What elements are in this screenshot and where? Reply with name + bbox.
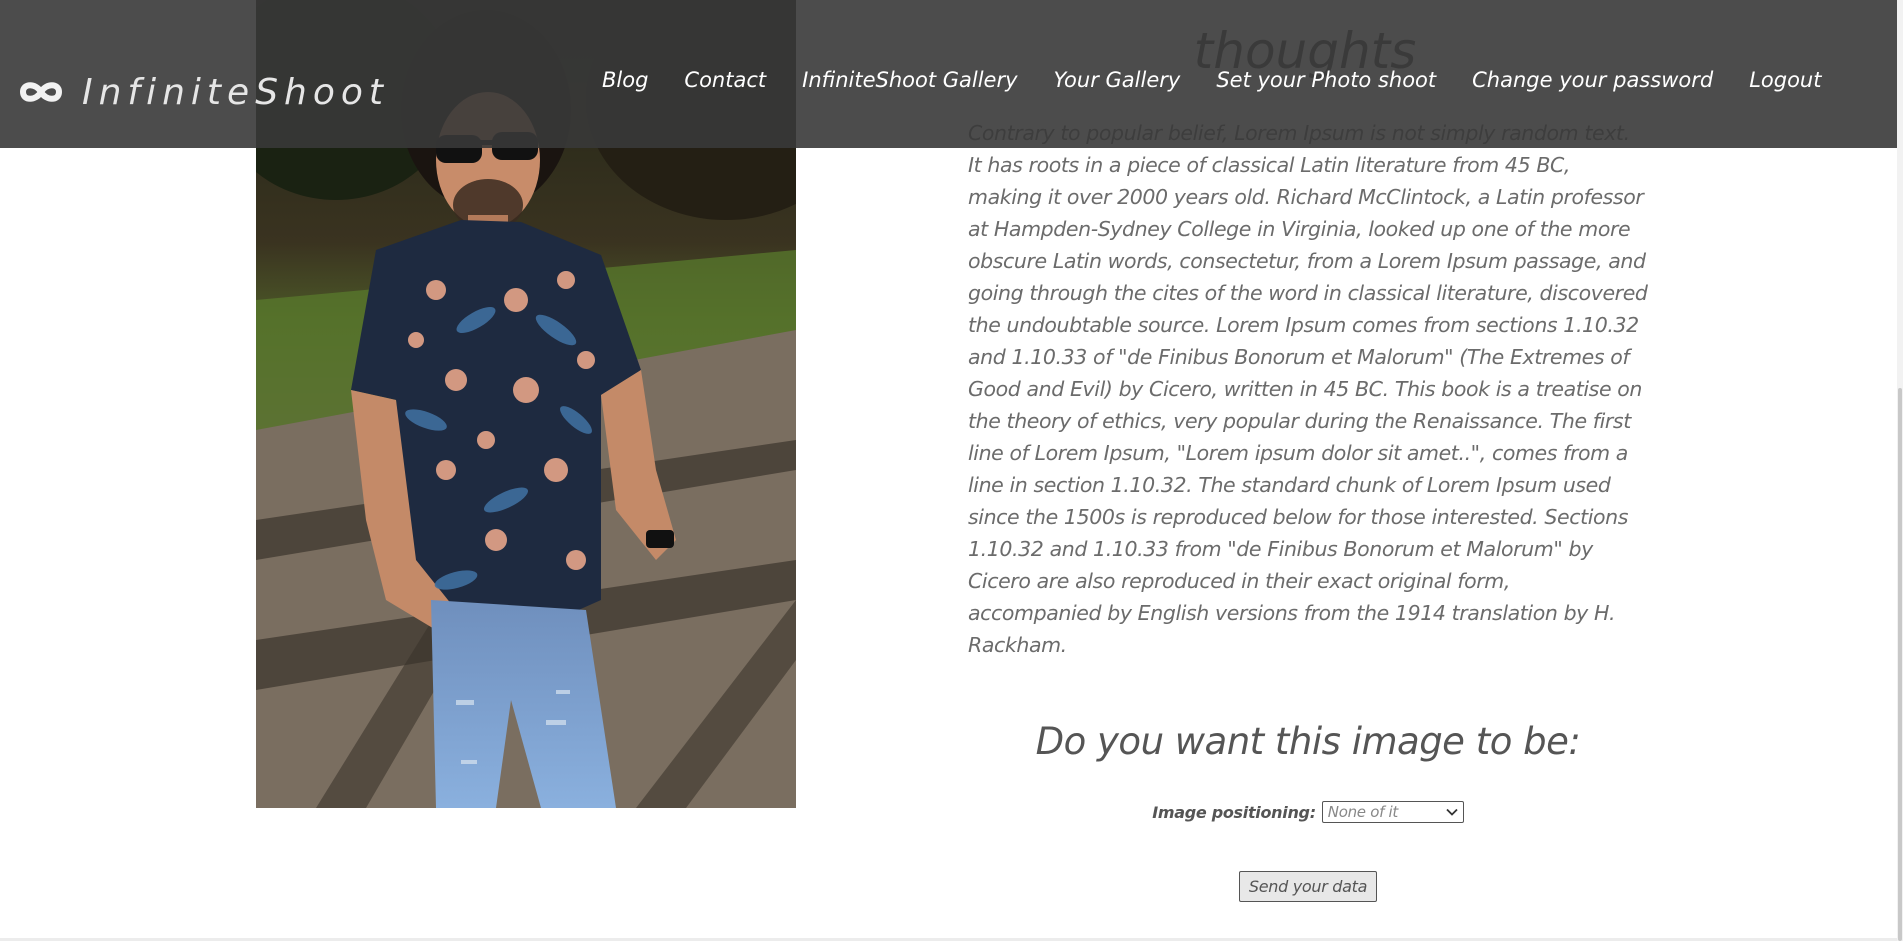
positioning-form-row: Image positioning: None of it <box>968 801 1648 823</box>
nav-link-contact[interactable]: Contact <box>684 68 766 92</box>
top-navbar: InfiniteShoot Blog Contact InfiniteShoot… <box>0 0 1897 148</box>
positioning-label: Image positioning: <box>1152 802 1316 822</box>
send-data-button[interactable]: Send your data <box>1238 871 1378 902</box>
infinity-icon <box>20 82 62 102</box>
nav-link-logout[interactable]: Logout <box>1749 68 1821 92</box>
nav-link-infiniteshoot-gallery[interactable]: InfiniteShoot Gallery <box>802 68 1017 92</box>
nav-menu: Blog Contact InfiniteShoot Gallery Your … <box>602 68 1857 92</box>
article-body: Contrary to popular belief, Lorem Ipsum … <box>968 121 1648 657</box>
nav-link-change-password[interactable]: Change your password <box>1472 68 1713 92</box>
brand-logo[interactable]: InfiniteShoot <box>18 70 389 114</box>
nav-link-set-photo-shoot[interactable]: Set your Photo shoot <box>1216 68 1436 92</box>
scrollbar-thumb[interactable] <box>1898 388 1902 941</box>
chevron-down-icon <box>1446 808 1458 816</box>
page: thoughts InfiniteShoot Blog Contact Infi… <box>0 0 1903 941</box>
positioning-select[interactable]: None of it <box>1321 801 1464 823</box>
page-scrollbar[interactable] <box>1897 0 1903 941</box>
submit-row: Send your data <box>968 871 1648 902</box>
positioning-select-value: None of it <box>1327 803 1398 821</box>
image-question-heading: Do you want this image to be: <box>1035 720 1581 763</box>
brand-name: InfiniteShoot <box>82 71 390 113</box>
nav-link-your-gallery[interactable]: Your Gallery <box>1054 68 1181 92</box>
nav-link-blog[interactable]: Blog <box>602 68 648 92</box>
